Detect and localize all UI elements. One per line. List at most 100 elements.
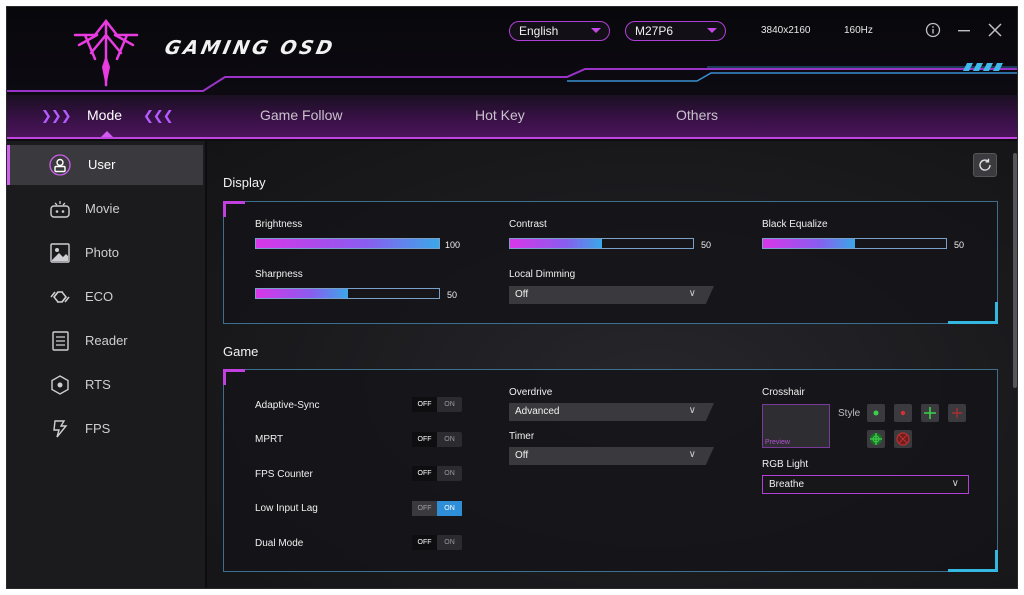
sharpness-slider[interactable] bbox=[255, 288, 440, 299]
rgb-light-select[interactable]: Breathe ∨ bbox=[762, 475, 969, 494]
overdrive-select[interactable]: Advanced ∨ bbox=[509, 403, 714, 421]
content-scrollbar[interactable] bbox=[1013, 153, 1017, 388]
mprt-label: MPRT bbox=[255, 434, 284, 445]
tab-mode[interactable]: Mode bbox=[87, 107, 122, 123]
dual-mode-toggle[interactable]: OFF ON bbox=[412, 535, 462, 550]
reset-button[interactable] bbox=[973, 153, 997, 177]
language-dropdown[interactable]: English bbox=[509, 21, 610, 41]
fps-icon bbox=[53, 420, 68, 438]
local-dimming-value: Off bbox=[515, 289, 529, 300]
sidebar-item-eco[interactable]: ECO bbox=[7, 277, 203, 317]
sidebar-item-label: User bbox=[88, 157, 116, 172]
local-dimming-select[interactable]: Off ∨ bbox=[509, 286, 714, 304]
game-section-title: Game bbox=[223, 344, 259, 359]
toggle-on: ON bbox=[444, 436, 455, 443]
main-tab-bar: ❯❯❯ Mode ❮❮❮ Game Follow Hot Key Others bbox=[7, 95, 1017, 139]
title-bar: GAMING OSD English M27P6 3840x2160 160Hz bbox=[7, 7, 1017, 95]
mode-settings-content: Display Brightness 100 Contrast 50 Black… bbox=[207, 141, 1017, 588]
movie-icon bbox=[50, 201, 70, 218]
chevron-left-icon: ❮❮❮ bbox=[143, 108, 174, 123]
toggle-off: OFF bbox=[412, 501, 437, 516]
model-value: M27P6 bbox=[635, 24, 674, 38]
tab-hot-key[interactable]: Hot Key bbox=[475, 107, 525, 123]
rts-icon bbox=[51, 375, 69, 395]
adaptive-sync-toggle[interactable]: OFF ON bbox=[412, 397, 462, 412]
mode-sidebar: User Movie Photo ECO Reader RTS FPS bbox=[7, 141, 205, 588]
sharpness-value: 50 bbox=[447, 290, 458, 300]
minimize-icon[interactable] bbox=[953, 19, 975, 41]
target-red-icon bbox=[896, 432, 910, 446]
sidebar-item-label: Movie bbox=[85, 201, 120, 216]
contrast-slider[interactable] bbox=[509, 238, 694, 249]
active-tab-indicator bbox=[101, 131, 113, 137]
display-panel: Brightness 100 Contrast 50 Black Equaliz… bbox=[223, 201, 998, 324]
tab-others[interactable]: Others bbox=[676, 107, 718, 123]
refresh-icon bbox=[979, 158, 991, 171]
preview-label: Preview bbox=[765, 439, 790, 446]
slider-fill bbox=[256, 289, 348, 298]
contrast-value: 50 bbox=[701, 240, 712, 250]
display-section-title: Display bbox=[223, 175, 266, 190]
sidebar-item-user[interactable]: User bbox=[7, 145, 203, 185]
timer-label: Timer bbox=[509, 431, 535, 442]
info-icon[interactable] bbox=[922, 19, 944, 41]
black-equalize-slider[interactable] bbox=[762, 238, 947, 249]
brightness-label: Brightness bbox=[255, 219, 303, 230]
chevron-down-icon: ∨ bbox=[688, 405, 696, 416]
model-dropdown[interactable]: M27P6 bbox=[625, 21, 726, 41]
crosshair-label: Crosshair bbox=[762, 387, 805, 398]
app-window: GAMING OSD English M27P6 3840x2160 160Hz bbox=[6, 6, 1018, 589]
user-icon bbox=[49, 154, 71, 176]
close-icon[interactable] bbox=[984, 19, 1006, 41]
resolution-text: 3840x2160 bbox=[761, 25, 811, 36]
sidebar-item-label: Photo bbox=[85, 245, 119, 260]
toggle-on: ON bbox=[444, 539, 455, 546]
sidebar-item-rts[interactable]: RTS bbox=[7, 365, 203, 405]
photo-icon bbox=[50, 243, 70, 263]
dot-green-icon bbox=[873, 410, 879, 416]
fps-counter-toggle[interactable]: OFF ON bbox=[412, 466, 462, 481]
panel-corner bbox=[223, 369, 245, 385]
adaptive-sync-label: Adaptive-Sync bbox=[255, 400, 320, 411]
chevron-down-icon bbox=[591, 28, 601, 33]
toggle-on: ON bbox=[444, 470, 455, 477]
brightness-slider[interactable] bbox=[255, 238, 440, 249]
slider-fill bbox=[763, 239, 855, 248]
sidebar-item-reader[interactable]: Reader bbox=[7, 321, 203, 361]
refresh-rate-text: 160Hz bbox=[844, 25, 873, 36]
chevron-right-icon: ❯❯❯ bbox=[41, 108, 72, 123]
toggle-off: OFF bbox=[412, 432, 437, 447]
crosshair-dot-green-button[interactable] bbox=[867, 404, 885, 422]
black-equalize-value: 50 bbox=[954, 240, 965, 250]
dual-mode-label: Dual Mode bbox=[255, 538, 304, 549]
sidebar-item-label: Reader bbox=[85, 333, 128, 348]
crosshair-plus-red-button[interactable] bbox=[948, 404, 966, 422]
crosshair-target-red-button[interactable] bbox=[894, 430, 912, 448]
mprt-toggle[interactable]: OFF ON bbox=[412, 432, 462, 447]
crosshair-plus-green-button[interactable] bbox=[921, 404, 939, 422]
chevron-down-icon: ∨ bbox=[688, 449, 696, 460]
sidebar-item-movie[interactable]: Movie bbox=[7, 189, 203, 229]
tab-game-follow[interactable]: Game Follow bbox=[260, 107, 342, 123]
low-input-lag-label: Low Input Lag bbox=[255, 503, 318, 514]
rgb-light-value: Breathe bbox=[769, 479, 805, 490]
timer-select[interactable]: Off ∨ bbox=[509, 447, 714, 465]
crosshair-dot-red-button[interactable] bbox=[894, 404, 912, 422]
rgb-light-label: RGB Light bbox=[762, 459, 809, 470]
game-panel: Adaptive-Sync OFF ON MPRT OFF ON FPS Count… bbox=[223, 369, 998, 572]
sidebar-item-fps[interactable]: FPS bbox=[7, 409, 203, 449]
toggle-off: OFF bbox=[412, 535, 437, 550]
low-input-lag-toggle[interactable]: OFF ON bbox=[412, 501, 462, 516]
fps-counter-label: FPS Counter bbox=[255, 469, 313, 480]
crosshair-target-green-button[interactable] bbox=[867, 430, 885, 448]
header-decoration bbox=[7, 63, 1017, 92]
style-label: Style bbox=[838, 408, 861, 419]
plus-green-icon bbox=[924, 407, 936, 419]
language-value: English bbox=[519, 24, 559, 38]
sidebar-item-label: ECO bbox=[85, 289, 114, 304]
black-equalize-label: Black Equalize bbox=[762, 219, 828, 230]
target-green-icon bbox=[870, 433, 882, 445]
sidebar-item-photo[interactable]: Photo bbox=[7, 233, 203, 273]
sidebar-item-label: FPS bbox=[85, 421, 111, 436]
dot-red-icon bbox=[900, 410, 906, 416]
